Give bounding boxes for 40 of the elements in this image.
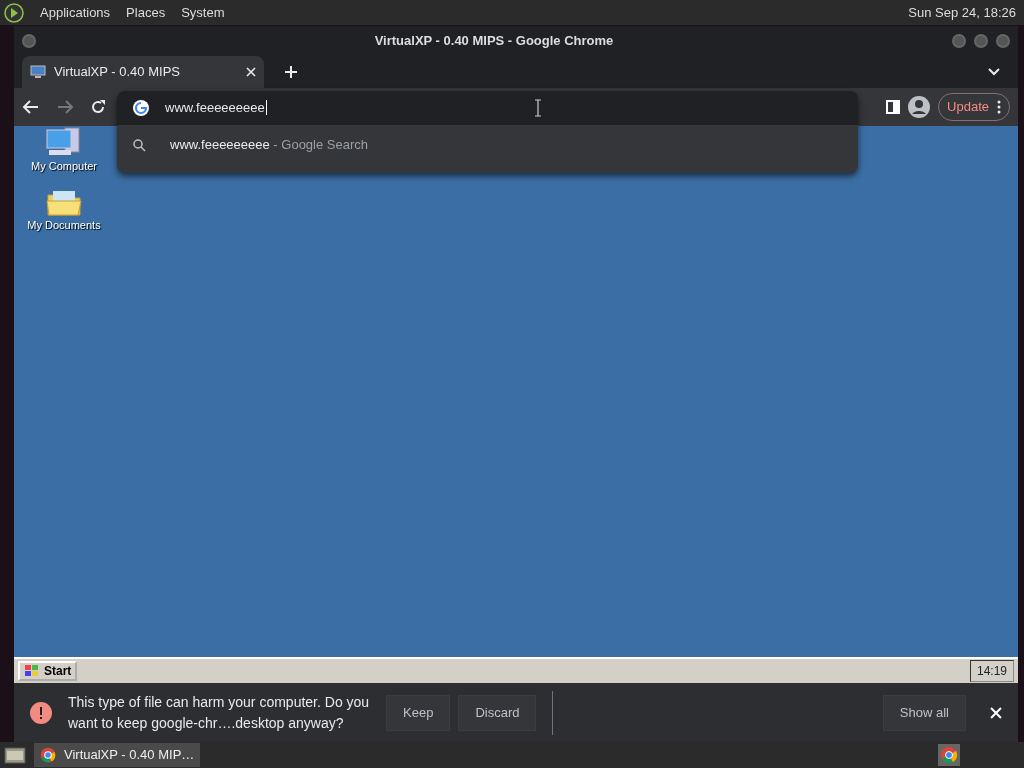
more-icon[interactable] [997, 100, 1001, 114]
browser-tab[interactable]: VirtualXP - 0.40 MIPS [22, 56, 264, 88]
clock: Sun Sep 24, 18:26 [908, 3, 1016, 22]
tab-search-icon[interactable] [988, 68, 1000, 76]
text-cursor-icon [534, 99, 542, 117]
menu-item[interactable]: System [181, 2, 225, 23]
discard-button[interactable]: Discard [458, 694, 537, 731]
keep-button[interactable]: Keep [386, 694, 451, 731]
window-title: VirtualXP - 0.40 MIPS - Google Chrome [374, 32, 614, 51]
back-icon[interactable] [22, 98, 40, 116]
close-button[interactable] [996, 34, 1010, 48]
new-tab-icon[interactable] [284, 65, 298, 79]
chrome-icon [40, 747, 56, 763]
clock: 14:19 [969, 660, 1014, 682]
menu-item[interactable]: Applications [40, 2, 111, 23]
show-all-button[interactable]: Show all [882, 694, 966, 731]
search-icon [133, 138, 146, 152]
reload-icon[interactable] [90, 99, 106, 115]
google-icon [133, 100, 149, 116]
logo-icon[interactable] [4, 2, 24, 23]
monitor-icon [30, 65, 46, 79]
desktop-icon-label[interactable]: My Computer [31, 158, 97, 175]
menu-item[interactable]: Places [126, 2, 166, 23]
address-field[interactable]: www.feeeeeeeee [117, 91, 858, 125]
taskbar-button[interactable]: VirtualXP - 0.40 MIP… [34, 743, 201, 767]
maximize-button[interactable] [974, 34, 988, 48]
window-menu-button[interactable] [22, 34, 36, 48]
close-icon[interactable] [246, 67, 256, 77]
desktop-icon-label[interactable]: My Documents [27, 216, 101, 233]
minimize-button[interactable] [952, 34, 966, 48]
forward-icon[interactable] [56, 98, 74, 116]
chrome-icon[interactable] [938, 744, 960, 766]
start-button[interactable]: Start [18, 661, 78, 681]
windows-logo-icon [24, 664, 40, 678]
download-warning-text: This type of file can harm your computer. Do you want to keep google-chr….desktop anyway? [68, 692, 371, 733]
warning-icon [30, 701, 52, 724]
profile-icon[interactable] [908, 96, 931, 118]
side-panel-icon[interactable] [886, 100, 901, 114]
suggestion-item[interactable]: www.feeeeeeeee - Google Search [117, 125, 858, 165]
show-desktop-icon[interactable] [4, 746, 26, 764]
